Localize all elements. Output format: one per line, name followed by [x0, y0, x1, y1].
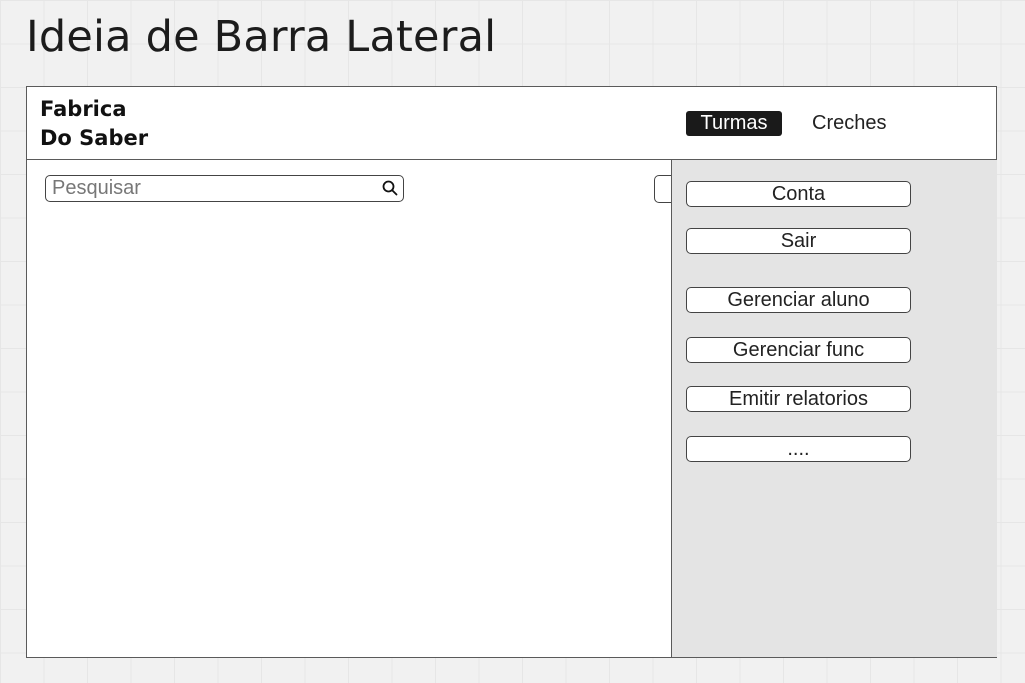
sidebar-item-more[interactable]: ....	[686, 436, 911, 462]
sidebar-item-sair[interactable]: Sair	[686, 228, 911, 254]
app-frame: Fabrica Do Saber Turmas Creches Conta Sa…	[26, 86, 997, 658]
sidebar-item-conta[interactable]: Conta	[686, 181, 911, 207]
brand-logo: Fabrica Do Saber	[40, 95, 148, 153]
search-input[interactable]	[52, 177, 362, 199]
top-bar: Fabrica Do Saber Turmas Creches	[27, 87, 996, 160]
tab-turmas[interactable]: Turmas	[686, 111, 782, 136]
brand-line-2: Do Saber	[40, 126, 149, 150]
sidebar-item-emitir-relatorios[interactable]: Emitir relatorios	[686, 386, 911, 412]
sidebar-panel: Conta Sair Gerenciar aluno Gerenciar fun…	[671, 160, 997, 657]
sidebar-item-gerenciar-func[interactable]: Gerenciar func	[686, 337, 911, 363]
sidebar-item-gerenciar-aluno[interactable]: Gerenciar aluno	[686, 287, 911, 313]
page-title: Ideia de Barra Lateral	[26, 12, 497, 62]
search-box[interactable]	[45, 175, 404, 202]
search-icon[interactable]	[381, 179, 399, 197]
tab-creches[interactable]: Creches	[812, 111, 886, 136]
brand-line-1: Fabrica	[40, 97, 127, 121]
